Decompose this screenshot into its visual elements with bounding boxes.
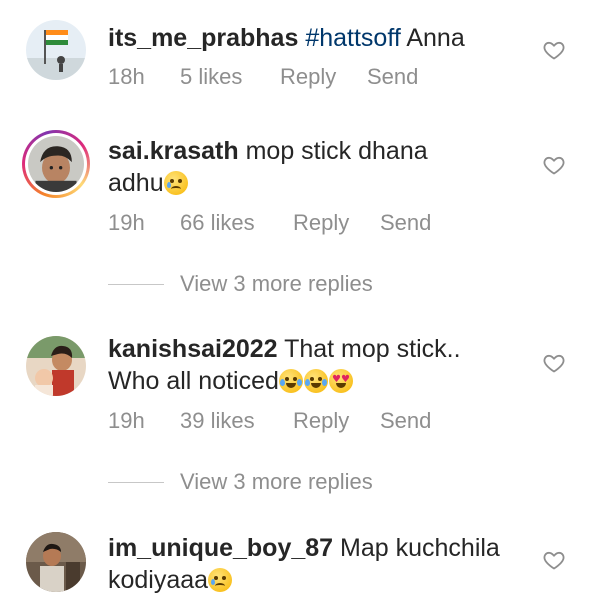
tears-of-joy-emoji <box>303 369 328 393</box>
comment-text: im_unique_boy_87 Map kuchchila kodiyaaa <box>108 532 508 596</box>
likes-count[interactable]: 39 likes <box>180 408 293 434</box>
send-button[interactable]: Send <box>380 210 431 236</box>
username[interactable]: kanishsai2022 <box>108 335 278 363</box>
heart-outline-icon[interactable] <box>542 351 566 375</box>
avatar[interactable] <box>22 130 90 198</box>
view-more-label[interactable]: View 3 more replies <box>180 469 373 495</box>
username[interactable]: sai.krasath <box>108 137 239 165</box>
avatar[interactable] <box>26 336 86 396</box>
username[interactable]: im_unique_boy_87 <box>108 534 333 562</box>
comment-text: sai.krasath mop stick dhana adhu <box>108 135 468 199</box>
timestamp: 18h <box>108 64 145 89</box>
likes-count[interactable]: 66 likes <box>180 210 293 236</box>
view-more-label[interactable]: View 3 more replies <box>180 271 373 297</box>
heart-outline-icon[interactable] <box>542 38 566 62</box>
comment-meta: 19h 66 likes Reply Send <box>108 210 431 236</box>
heart-outline-icon[interactable] <box>542 153 566 177</box>
heart-outline-icon[interactable] <box>542 548 566 572</box>
hashtag-link[interactable]: #hattsoff <box>305 24 400 52</box>
timestamp: 19h <box>108 408 145 433</box>
avatar[interactable] <box>26 20 86 80</box>
timestamp: 19h <box>108 210 145 235</box>
username[interactable]: its_me_prabhas <box>108 24 298 52</box>
comment-meta: 19h 39 likes Reply Send <box>108 408 431 434</box>
crying-face-emoji <box>163 171 188 195</box>
send-button[interactable]: Send <box>367 64 418 90</box>
reply-button[interactable]: Reply <box>293 210 380 236</box>
comment-meta: 18h 5 likes Reply Send <box>108 64 418 90</box>
likes-count[interactable]: 5 likes <box>180 64 280 90</box>
comment-text: kanishsai2022 That mop stick.. Who all n… <box>108 333 478 397</box>
heart-eyes-emoji: ♥ ♥ <box>328 369 353 393</box>
reply-button[interactable]: Reply <box>293 408 380 434</box>
reply-button[interactable]: Reply <box>280 64 367 90</box>
avatar[interactable] <box>26 532 86 592</box>
tears-of-joy-emoji <box>278 369 303 393</box>
crying-face-emoji <box>208 568 233 592</box>
divider <box>108 283 164 285</box>
divider <box>108 481 164 483</box>
comment-body: Anna <box>400 24 465 52</box>
view-more-replies[interactable]: View 3 more replies <box>108 271 373 297</box>
comment-text: its_me_prabhas #hattsoff Anna <box>108 22 508 54</box>
send-button[interactable]: Send <box>380 408 431 434</box>
view-more-replies[interactable]: View 3 more replies <box>108 469 373 495</box>
